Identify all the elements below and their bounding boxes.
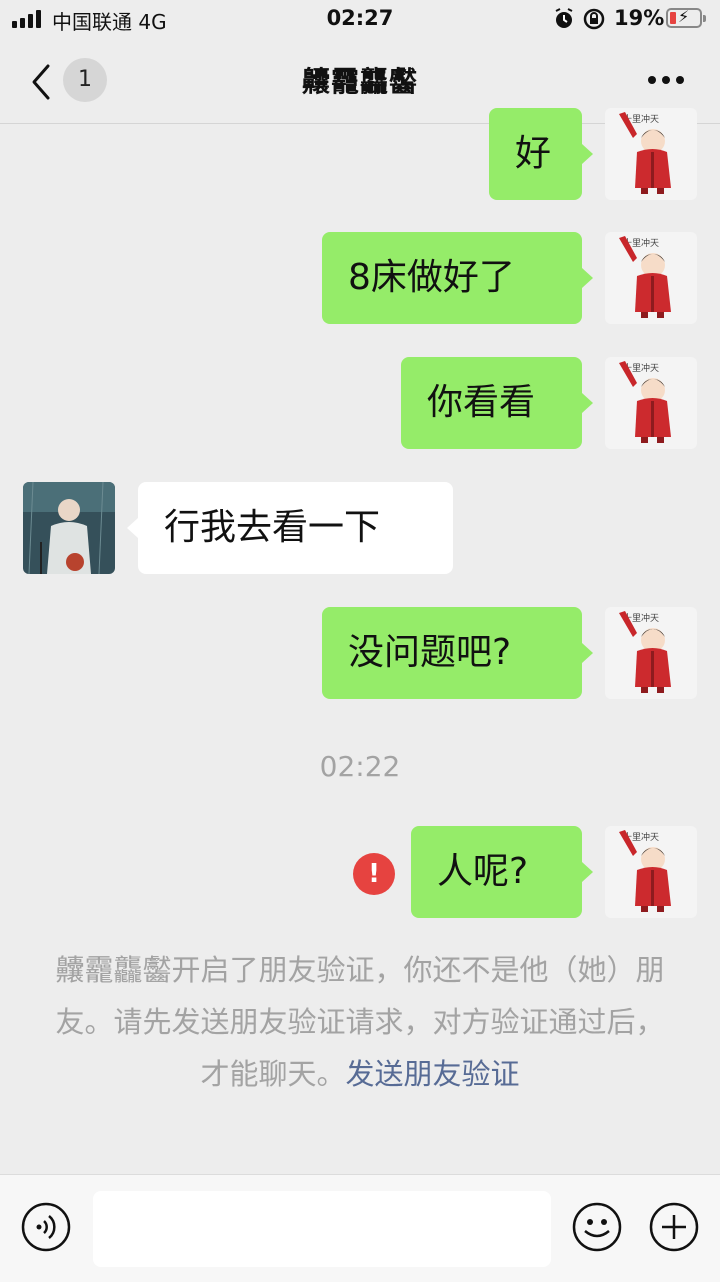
bubble-tail <box>127 518 138 538</box>
message-bubble[interactable]: 好 <box>489 108 582 200</box>
plus-circle-icon[interactable] <box>648 1201 700 1253</box>
chat-title: 齉龗龘齾 <box>301 65 418 98</box>
battery-icon: ⚡ <box>666 7 706 28</box>
status-bar: 中国联通 4G 02:27 19% ⚡ <box>0 0 720 40</box>
message-input[interactable] <box>93 1191 551 1267</box>
contact-avatar[interactable] <box>23 482 115 574</box>
voice-icon[interactable] <box>20 1201 72 1253</box>
alarm-lock-icons <box>555 8 605 30</box>
send-failed-icon[interactable]: ! <box>353 853 395 895</box>
my-avatar[interactable] <box>605 108 697 200</box>
bubble-tail <box>582 862 593 882</box>
bubble-tail <box>582 643 593 663</box>
my-avatar[interactable] <box>605 826 697 918</box>
message-bubble[interactable]: 8床做好了 <box>322 232 582 324</box>
message-bubble[interactable]: 人呢? <box>411 826 582 918</box>
message-timestamp: 02:22 <box>319 750 401 783</box>
friend-verification-notice: 齉龗龘齾开启了朋友验证，你还不是他（她）朋友。请先发送朋友验证请求，对方验证通过… <box>52 944 668 1100</box>
bubble-tail <box>582 393 593 413</box>
emoji-icon[interactable] <box>571 1201 623 1253</box>
message-bubble[interactable]: 行我去看一下 <box>138 482 453 574</box>
my-avatar[interactable] <box>605 607 697 699</box>
my-avatar[interactable] <box>605 232 697 324</box>
battery-percent: 19% <box>614 6 665 30</box>
message-bubble[interactable]: 没问题吧? <box>322 607 582 699</box>
my-avatar[interactable] <box>605 357 697 449</box>
bubble-tail <box>582 144 593 164</box>
bubble-tail <box>582 268 593 288</box>
send-verification-link[interactable]: 发送朋友验证 <box>346 1057 520 1091</box>
more-dots-icon[interactable] <box>646 76 686 88</box>
input-bar <box>0 1174 720 1282</box>
message-bubble[interactable]: 你看看 <box>401 357 582 449</box>
